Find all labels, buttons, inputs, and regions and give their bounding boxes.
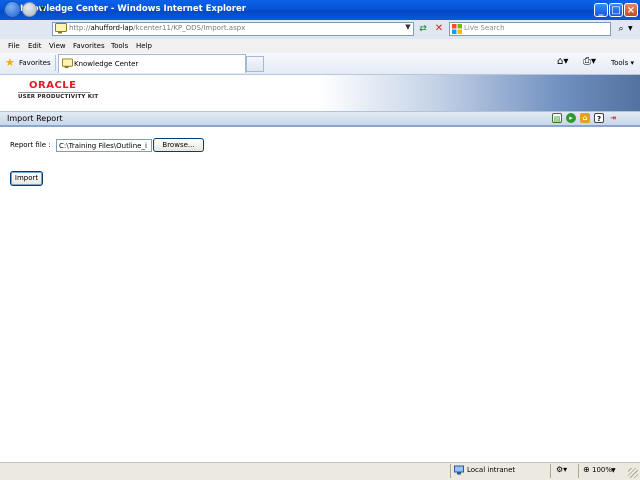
menu-view[interactable]: View [49,42,66,50]
import-button[interactable]: Import [10,171,43,186]
address-url: http://ahufford-lap/kcenter11/KP_ODS/Imp… [69,24,246,32]
section-header [0,111,640,127]
back-button[interactable] [4,1,21,18]
tools-button[interactable]: Tools ▾ [611,59,634,67]
status-bar [0,462,640,480]
divider [450,464,451,478]
live-search-icon [452,24,462,34]
zoom-dropdown-icon[interactable]: ▼ [611,467,616,474]
window-title: Knowledge Center - Windows Internet Expl… [20,4,246,14]
page-header [0,75,640,111]
search-icon[interactable]: ⌕ [614,22,628,36]
page-title: Import Report [7,114,63,123]
favorites-star-icon[interactable]: ★ [5,57,15,68]
menu-tools[interactable]: Tools [111,42,128,50]
menu-favorites[interactable]: Favorites [73,42,105,50]
intranet-zone-icon [454,465,464,475]
search-placeholder: Live Search [464,24,505,32]
new-tab-button[interactable] [246,56,264,72]
home-icon[interactable]: ⌂▾ [557,57,568,67]
stop-button[interactable]: ✕ [432,22,446,36]
protected-mode-icon[interactable]: ⚙▾ [556,465,567,475]
close-button[interactable]: × [624,3,638,17]
divider [578,464,579,478]
oracle-logo: ORACLE [29,80,77,91]
go-icon[interactable]: ▸ [566,113,576,123]
page-icon [62,58,73,69]
refresh-button[interactable]: ⇄ [416,22,430,36]
tab-label: Knowledge Center [74,60,139,68]
upk-logo-subtitle: USER PRODUCTIVITY KIT [18,94,99,100]
forward-button[interactable] [22,2,37,17]
maximize-button[interactable]: □ [609,3,623,17]
report-file-input[interactable]: C:\Training Files\Outline_i [56,139,152,152]
favorites-button[interactable]: Favorites [19,59,51,67]
help-icon[interactable]: ? [594,113,604,123]
recent-pages-dropdown-icon[interactable]: ▼ [40,5,45,13]
resize-grip[interactable] [628,468,638,478]
divider [18,92,90,93]
zoom-icon[interactable]: ⊕ [583,465,590,475]
minimize-button[interactable]: _ [594,3,608,17]
zoom-level[interactable]: 100% [592,466,612,474]
report-file-label: Report file : [10,141,51,149]
search-options-dropdown-icon[interactable]: ▼ [628,25,633,32]
print-icon[interactable]: ⎙▾ [583,57,596,67]
report-icon[interactable]: ▤ [552,113,562,123]
menu-file[interactable]: File [8,42,20,50]
home-icon[interactable]: ⌂ [580,113,590,123]
exit-icon[interactable]: ⇥ [608,113,618,123]
address-dropdown-icon[interactable]: ▼ [403,23,413,35]
security-zone-text: Local intranet [467,466,516,474]
page-icon [55,23,67,34]
divider [55,55,56,71]
menu-help[interactable]: Help [136,42,152,50]
divider [550,464,551,478]
menu-edit[interactable]: Edit [28,42,42,50]
page-content [0,75,640,462]
browse-button[interactable]: Browse... [153,138,204,152]
